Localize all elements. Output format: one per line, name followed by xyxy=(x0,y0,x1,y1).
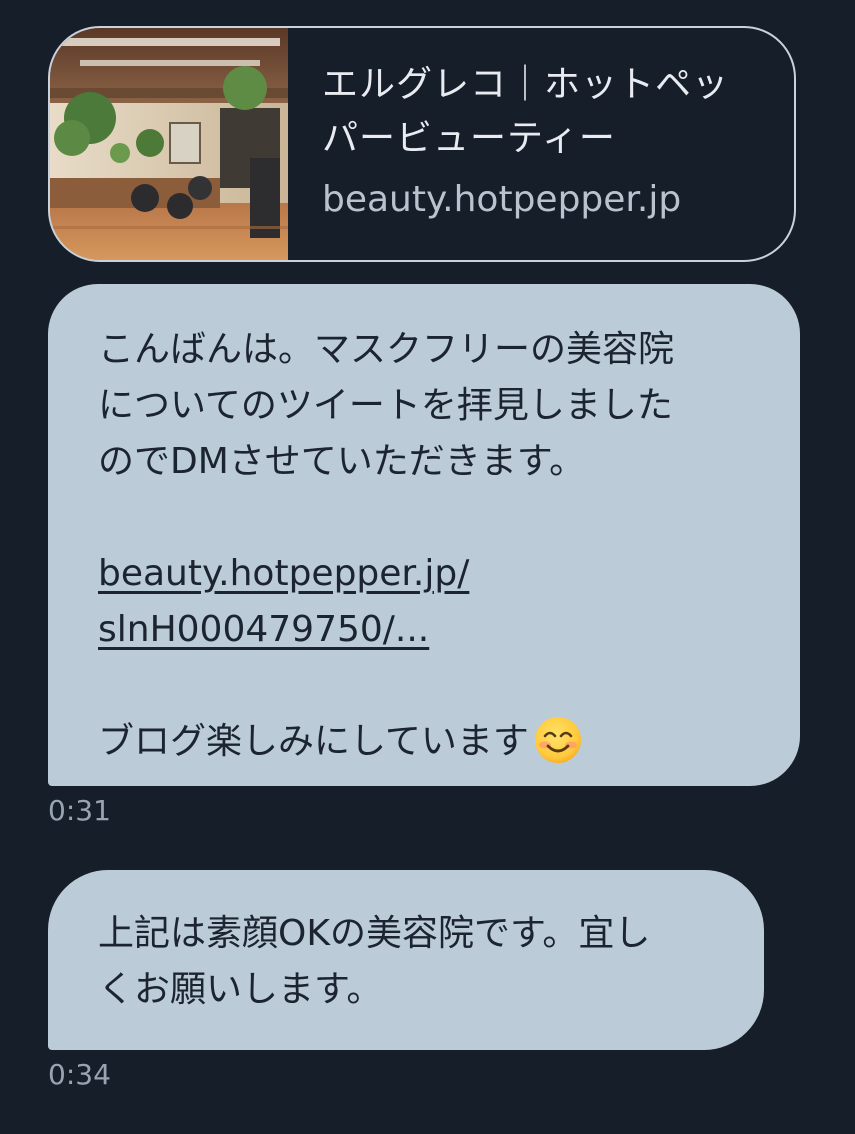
message-text-line: くお願いします。 xyxy=(98,969,383,1010)
link-preview-title-line1: エルグレコ｜ホットペッ xyxy=(322,64,730,105)
message-link-line1[interactable]: beauty.hotpepper.jp/ xyxy=(98,546,760,602)
dm-conversation: エルグレコ｜ホットペッ パービューティー beauty.hotpepper.jp… xyxy=(0,0,855,1134)
message-text-line: のでDMさせていただきます。 xyxy=(98,441,586,482)
message-timestamp: 0:31 xyxy=(48,794,111,827)
message-text-line: 上記は素顔OKの美容院です。宜し xyxy=(98,913,651,954)
message-timestamp: 0:34 xyxy=(48,1058,111,1091)
message-bubble: 上記は素顔OKの美容院です。宜し くお願いします。 xyxy=(48,870,764,1050)
message-link-line2[interactable]: slnH000479750/... xyxy=(98,602,760,658)
message-closing-text: ブログ楽しみにしています xyxy=(98,721,529,762)
message-bubble: こんばんは。マスクフリーの美容院 についてのツイートを拝見しました のでDMさせ… xyxy=(48,284,800,786)
link-preview-thumbnail xyxy=(50,28,288,260)
link-preview-card[interactable]: エルグレコ｜ホットペッ パービューティー beauty.hotpepper.jp xyxy=(48,26,796,262)
message-closing-line: ブログ楽しみにしています xyxy=(98,714,760,770)
link-preview-text: エルグレコ｜ホットペッ パービューティー beauty.hotpepper.jp xyxy=(322,58,772,224)
link-preview-domain: beauty.hotpepper.jp xyxy=(322,179,682,220)
link-preview-title-line2: パービューティー xyxy=(322,118,616,159)
message-text-line: こんばんは。マスクフリーの美容院 xyxy=(98,329,675,370)
message-text-line: についてのツイートを拝見しました xyxy=(98,385,673,426)
smiling-face-emoji-icon xyxy=(533,715,583,765)
